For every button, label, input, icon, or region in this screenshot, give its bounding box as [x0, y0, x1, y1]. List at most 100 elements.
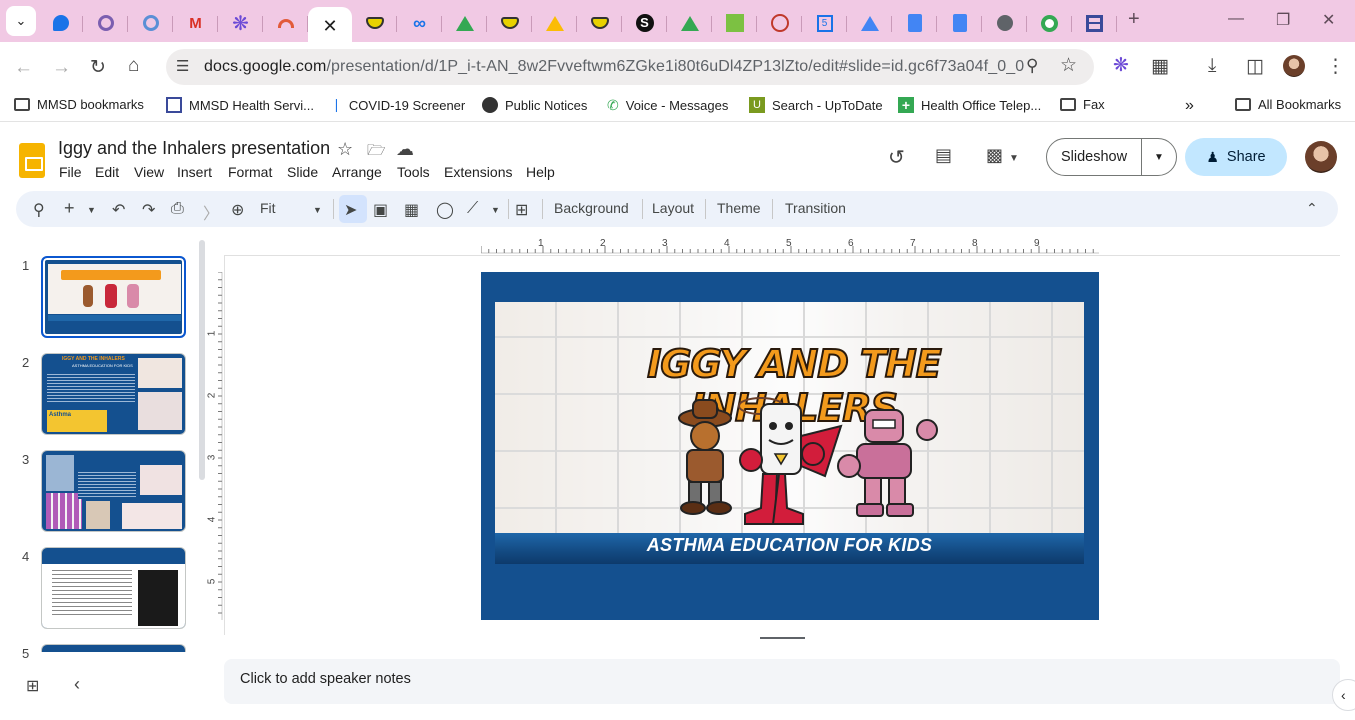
cloud-status-button[interactable]: ☁ [396, 139, 414, 160]
all-bookmarks-button[interactable]: All Bookmarks [1235, 97, 1341, 112]
close-icon[interactable]: ✕ [322, 16, 337, 37]
slide-thumbnail-5[interactable] [41, 644, 186, 652]
tab[interactable] [982, 7, 1027, 39]
bookmark-mmsd-health[interactable]: MMSD Health Servi... [166, 97, 314, 113]
new-slide-button[interactable]: + [64, 198, 75, 219]
tab[interactable] [532, 7, 577, 39]
collapse-toolbar-button[interactable]: ⌃ [1306, 200, 1318, 217]
tab[interactable] [847, 7, 892, 39]
print-button[interactable]: ⎙ [171, 200, 184, 218]
undo-button[interactable]: ↶ [112, 200, 125, 220]
tab[interactable] [352, 7, 397, 39]
tab-active[interactable]: ✕ [308, 7, 352, 45]
slides-logo[interactable] [19, 143, 45, 178]
tab[interactable] [38, 7, 83, 39]
bookmark-health-office[interactable]: + Health Office Telep... [898, 97, 1041, 113]
bookmark-voice-messages[interactable]: ✆ Voice - Messages [607, 97, 728, 114]
transition-button[interactable]: Transition [785, 200, 846, 216]
bookmark-star-button[interactable]: ☆ [1060, 54, 1077, 77]
account-avatar[interactable] [1305, 141, 1337, 173]
slide-thumbnail-3[interactable] [41, 450, 186, 532]
paint-format-button[interactable]: 〉 [203, 200, 219, 224]
star-button[interactable]: ☆ [337, 139, 353, 160]
tab[interactable]: S [622, 7, 667, 39]
side-panel-button[interactable]: ◫ [1246, 55, 1264, 78]
select-tool[interactable]: ➤ [344, 200, 357, 220]
tab[interactable] [937, 7, 982, 39]
zoom-value[interactable]: Fit [260, 200, 276, 216]
document-title[interactable]: Iggy and the Inhalers presentation [58, 138, 330, 159]
redo-button[interactable]: ↷ [142, 200, 155, 220]
bookmark-public-notices[interactable]: Public Notices [482, 97, 587, 113]
move-button[interactable]: 🗁 [367, 140, 386, 165]
menu-insert[interactable]: Insert [177, 164, 212, 180]
bookmark-covid-screener[interactable]: ❘ COVID-19 Screener [331, 97, 465, 113]
caret-down-icon[interactable]: ▼ [1142, 152, 1176, 163]
tab[interactable]: M [173, 7, 218, 39]
bookmark-fax[interactable]: Fax [1060, 97, 1105, 112]
site-info-button[interactable]: ☰ [176, 57, 189, 75]
share-button[interactable]: ♟ Share [1185, 138, 1287, 176]
tab[interactable] [667, 7, 712, 39]
image-tool[interactable]: ▦ [404, 200, 419, 220]
shape-tool[interactable]: ◯ [436, 200, 454, 220]
zoom-lens-button[interactable]: ⚲ [1026, 56, 1038, 76]
tab[interactable] [442, 7, 487, 39]
slide-thumbnail-4[interactable] [41, 547, 186, 629]
insert-comment-button[interactable]: ⊞ [515, 200, 528, 220]
tab[interactable] [1072, 7, 1117, 39]
text-box-tool[interactable]: ▣ [373, 200, 388, 220]
tab[interactable] [487, 7, 532, 39]
line-dropdown[interactable]: ▼ [491, 205, 500, 215]
menu-tools[interactable]: Tools [397, 164, 430, 180]
reload-button[interactable]: ↻ [90, 56, 106, 79]
tab-search-button[interactable]: ⌄ [6, 6, 36, 36]
menu-extensions[interactable]: Extensions [444, 164, 512, 180]
slideshow-button[interactable]: Slideshow ▼ [1046, 138, 1177, 176]
home-button[interactable]: ⌂ [128, 55, 139, 77]
tab[interactable]: 5 [802, 7, 847, 39]
speaker-notes-placeholder[interactable]: Click to add speaker notes [240, 671, 411, 687]
menu-edit[interactable]: Edit [95, 164, 119, 180]
forward-button[interactable]: → [52, 57, 71, 79]
menu-slide[interactable]: Slide [287, 164, 318, 180]
current-slide[interactable]: IGGY AND THE INHALERS [481, 272, 1099, 620]
tab[interactable] [757, 7, 802, 39]
close-window-button[interactable]: ✕ [1322, 10, 1335, 30]
more-bookmarks-button[interactable]: » [1185, 97, 1194, 115]
side-panel-toggle[interactable]: ‹ [1332, 679, 1355, 711]
minimize-button[interactable]: — [1228, 10, 1244, 28]
menu-help[interactable]: Help [526, 164, 555, 180]
tab[interactable] [712, 7, 757, 39]
meet-button[interactable]: ▩ ▼ [986, 145, 1019, 166]
browser-menu-button[interactable]: ⋮ [1326, 55, 1345, 78]
menu-view[interactable]: View [134, 164, 164, 180]
tab[interactable] [577, 7, 622, 39]
profile-avatar[interactable] [1283, 55, 1305, 77]
slide-thumbnail-2[interactable]: IGGY AND THE INHALERS ASTHMA EDUCATION F… [41, 353, 186, 435]
slideshow-label[interactable]: Slideshow [1047, 139, 1142, 175]
slide-thumbnail-1[interactable] [41, 256, 186, 338]
downloads-button[interactable]: ⤓ [1208, 55, 1216, 77]
back-button[interactable]: ← [14, 57, 33, 79]
notes-resize-handle[interactable] [760, 637, 805, 639]
restore-button[interactable]: ❐ [1276, 10, 1290, 30]
menu-file[interactable]: File [59, 164, 82, 180]
search-menus-button[interactable]: ⚲ [33, 200, 45, 220]
comments-button[interactable]: ▤ [935, 145, 952, 166]
line-tool[interactable]: ⟋ [467, 200, 478, 218]
tab[interactable] [892, 7, 937, 39]
slide-title-image[interactable]: IGGY AND THE INHALERS [495, 302, 1084, 564]
zoom-dropdown[interactable]: ▼ [313, 205, 322, 215]
tab[interactable] [1027, 7, 1072, 39]
extensions-button[interactable]: ▦ [1151, 55, 1169, 78]
tab[interactable] [83, 7, 128, 39]
new-tab-button[interactable]: + [1128, 8, 1140, 31]
new-slide-layout-dropdown[interactable]: ▼ [87, 205, 96, 215]
extension-button[interactable]: ❋ [1113, 54, 1129, 77]
menu-format[interactable]: Format [228, 164, 272, 180]
version-history-button[interactable]: ↺ [888, 145, 905, 170]
layout-button[interactable]: Layout [652, 200, 694, 216]
background-button[interactable]: Background [554, 200, 629, 216]
tab[interactable]: ❋ [218, 7, 263, 39]
